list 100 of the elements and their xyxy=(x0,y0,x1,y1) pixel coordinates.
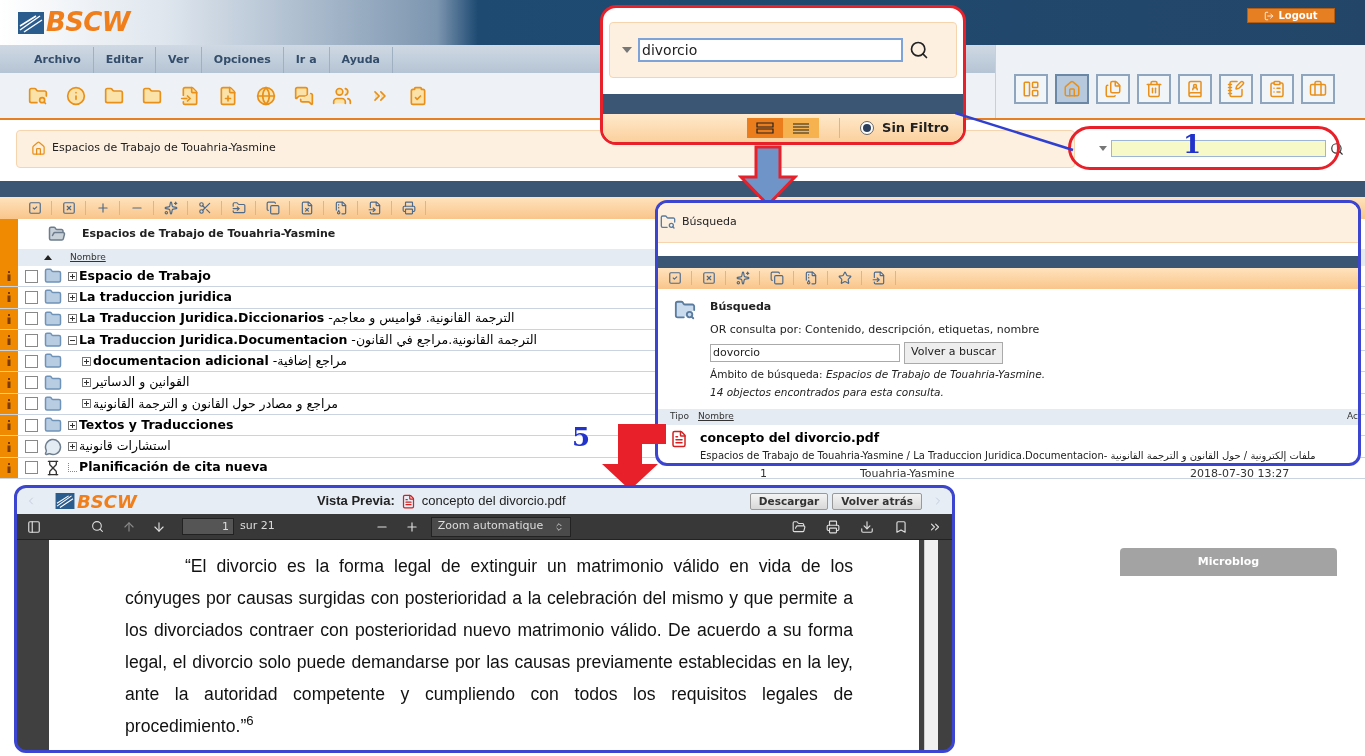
checkbox[interactable] xyxy=(25,440,38,453)
query-field[interactable]: dovorcio xyxy=(710,343,900,362)
checkbox[interactable] xyxy=(25,418,38,432)
select-all-icon[interactable] xyxy=(27,201,42,215)
info-icon[interactable] xyxy=(7,420,11,431)
info-icon[interactable] xyxy=(7,441,11,452)
dropdown-arrow-icon[interactable] xyxy=(1099,146,1107,151)
home-icon[interactable] xyxy=(31,141,46,156)
address-book-icon xyxy=(1186,79,1204,98)
expand-icon[interactable] xyxy=(68,314,77,324)
item-name[interactable]: Planificación de cita nueva xyxy=(79,458,268,478)
copy-icon[interactable] xyxy=(265,201,280,215)
info-icon[interactable] xyxy=(7,313,11,324)
breadcrumb-link[interactable]: Espacios de Trabajo de Touahria-Yasmine xyxy=(52,140,276,157)
view-button[interactable] xyxy=(1219,73,1253,104)
sparkle-icon[interactable] xyxy=(735,271,750,286)
info-icon[interactable] xyxy=(7,335,11,346)
view-button[interactable] xyxy=(1137,73,1171,104)
printer-icon[interactable] xyxy=(401,201,416,215)
zoom-select[interactable]: Zoom automatique xyxy=(430,516,571,537)
list-view-button[interactable] xyxy=(783,118,820,138)
info-icon[interactable] xyxy=(7,377,11,388)
collapse-icon[interactable] xyxy=(68,335,77,345)
column-header[interactable]: Nombre xyxy=(698,410,1348,424)
expand-icon[interactable] xyxy=(82,378,91,388)
checkbox[interactable] xyxy=(25,376,38,390)
item-name[interactable]: La traduccion juridica xyxy=(79,288,232,307)
search-field[interactable]: divorcio xyxy=(638,38,903,62)
sparkle-icon[interactable] xyxy=(163,201,178,215)
expand-icon[interactable] xyxy=(82,399,91,409)
file-import-icon[interactable] xyxy=(871,271,886,286)
info-icon[interactable] xyxy=(7,292,11,303)
checkbox[interactable] xyxy=(25,461,38,475)
back-button[interactable]: Volver atrás xyxy=(832,492,922,510)
page-number-field[interactable]: 1 xyxy=(182,518,234,535)
zip-icon[interactable] xyxy=(333,201,348,215)
sort-arrow-icon[interactable] xyxy=(44,255,52,260)
result-link[interactable]: concepto del divorcio.pdf xyxy=(700,429,880,448)
download-icon[interactable] xyxy=(860,519,874,534)
star-icon[interactable] xyxy=(837,271,852,286)
folder-search-icon[interactable] xyxy=(28,85,48,106)
next-page-icon[interactable] xyxy=(152,519,166,534)
folder-move-icon[interactable] xyxy=(231,201,246,215)
expand-icon[interactable] xyxy=(68,271,77,281)
folder-search-icon[interactable] xyxy=(660,214,676,231)
open-file-icon[interactable] xyxy=(792,519,806,534)
checkbox[interactable] xyxy=(25,290,38,304)
view-button[interactable] xyxy=(1301,73,1335,104)
radio-button[interactable] xyxy=(860,121,875,135)
download-button[interactable]: Descargar xyxy=(749,492,829,510)
file-name: concepto del divorcio.pdf xyxy=(421,492,566,511)
expand-icon[interactable] xyxy=(68,442,77,451)
checkbox[interactable] xyxy=(25,269,38,283)
column-header[interactable]: Nombre xyxy=(70,250,106,265)
checkbox[interactable] xyxy=(25,354,38,368)
dropdown-arrow-icon[interactable] xyxy=(622,47,632,53)
search-icon[interactable] xyxy=(91,520,104,533)
info-icon[interactable] xyxy=(7,398,11,409)
item-name[interactable]: استشارات قانونية xyxy=(79,437,171,456)
sidebar-toggle-icon[interactable] xyxy=(27,519,41,534)
plus-icon[interactable] xyxy=(95,201,110,215)
search-again-button[interactable]: Volver a buscar xyxy=(904,341,1003,364)
checkbox[interactable] xyxy=(25,397,38,411)
expand-icon[interactable] xyxy=(82,356,91,366)
breadcrumb-link[interactable]: Búsqueda xyxy=(682,214,737,231)
view-button[interactable] xyxy=(1096,73,1130,104)
expand-icon[interactable] xyxy=(68,292,77,302)
file-arrow-icon[interactable] xyxy=(180,85,200,106)
zoom-in-icon[interactable] xyxy=(404,519,419,534)
zip-icon[interactable] xyxy=(803,271,818,286)
expand-icon[interactable] xyxy=(68,420,77,430)
scrollbar[interactable] xyxy=(924,540,938,750)
split-view-button[interactable] xyxy=(747,118,784,138)
search-icon[interactable] xyxy=(909,40,929,60)
view-button[interactable] xyxy=(1178,73,1212,104)
copy-icon[interactable] xyxy=(769,271,784,286)
printer-icon[interactable] xyxy=(826,519,840,534)
deselect-icon[interactable] xyxy=(701,271,716,286)
info-icon[interactable] xyxy=(66,85,86,106)
deselect-icon[interactable] xyxy=(61,201,76,215)
item-name[interactable]: القوانين و الدساتير xyxy=(93,373,190,392)
item-name[interactable]: Textos y Traducciones xyxy=(79,415,234,435)
view-button[interactable] xyxy=(1260,73,1294,104)
info-icon[interactable] xyxy=(7,356,11,367)
view-button[interactable] xyxy=(1055,73,1089,104)
select-all-icon[interactable] xyxy=(667,271,682,286)
checkbox[interactable] xyxy=(25,312,38,326)
item-name[interactable]: مراجع و مصادر حول القانون و الترجمة القانونية xyxy=(93,394,338,414)
file-delete-icon[interactable] xyxy=(299,201,314,215)
file-plus-icon[interactable] xyxy=(218,85,238,106)
bookmark-icon[interactable] xyxy=(894,519,908,534)
checkbox[interactable] xyxy=(25,333,38,347)
file-import-icon[interactable] xyxy=(367,201,382,215)
search-icon[interactable] xyxy=(1330,141,1344,156)
info-icon[interactable] xyxy=(7,462,11,473)
previous-page-icon[interactable] xyxy=(122,519,136,534)
view-button[interactable] xyxy=(1014,73,1048,104)
item-name[interactable]: Espacio de Trabajo xyxy=(79,266,211,286)
scissors-icon[interactable] xyxy=(197,201,212,215)
info-icon[interactable] xyxy=(7,271,11,282)
